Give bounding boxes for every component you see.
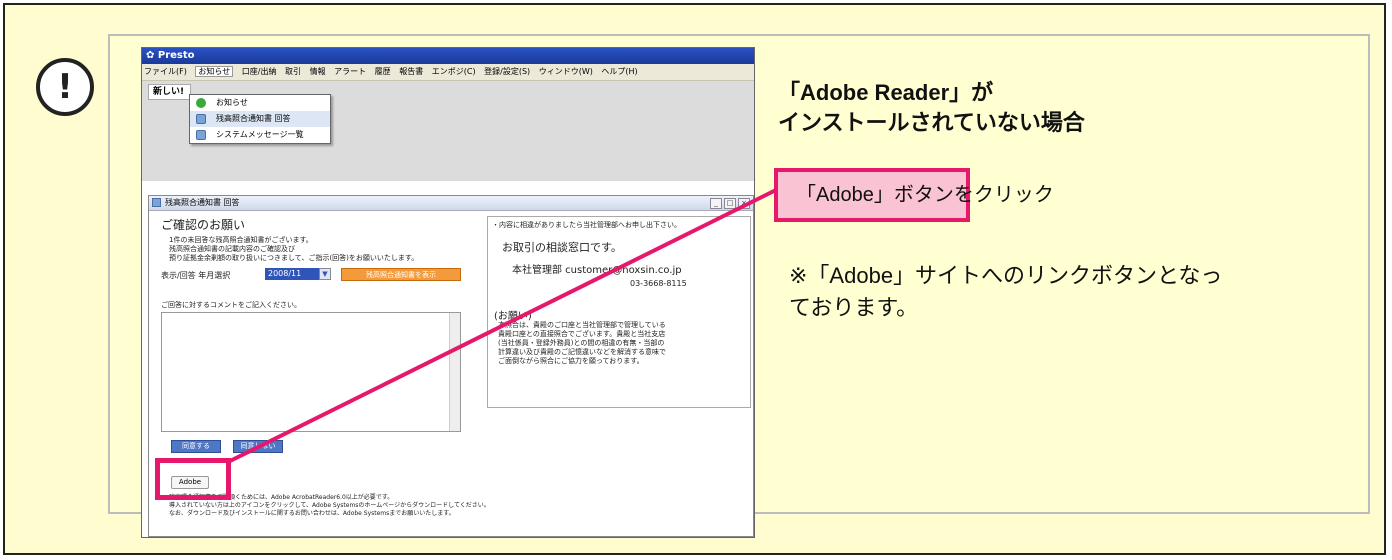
adobe-button-highlight <box>155 458 231 500</box>
notice-dropdown-menu: お知らせ 残高照合通知書 回答 システムメッセージ一覧 <box>189 94 331 144</box>
dropdown-item-system-messages[interactable]: システムメッセージ一覧 <box>190 127 330 143</box>
dropdown-item-label: 残高照合通知書 回答 <box>216 114 291 123</box>
panel-title: 「Adobe Reader」が インストールされていない場合 <box>778 78 1085 138</box>
dropdown-item-label: システムメッセージ一覧 <box>216 130 304 139</box>
panel-title-line: 「Adobe Reader」が <box>778 80 994 105</box>
click-adobe-callout: 「Adobe」ボタンをクリック <box>774 168 1054 222</box>
green-circle-icon <box>196 98 206 108</box>
panel-title-line: インストールされていない場合 <box>778 110 1085 135</box>
panel-note-line: ております。 <box>789 295 919 320</box>
dropdown-item-balance-reply[interactable]: 残高照合通知書 回答 <box>190 111 330 127</box>
panel-note-line: ※「Adobe」サイトへのリンクボタンとなっ <box>789 263 1223 288</box>
form-icon <box>196 114 206 124</box>
panel-note: ※「Adobe」サイトへのリンクボタンとなっ ております。 <box>789 260 1349 324</box>
form-icon <box>196 130 206 140</box>
dropdown-item-label: お知らせ <box>216 98 248 107</box>
dropdown-item-notice[interactable]: お知らせ <box>190 95 330 111</box>
connector-line <box>227 186 781 464</box>
